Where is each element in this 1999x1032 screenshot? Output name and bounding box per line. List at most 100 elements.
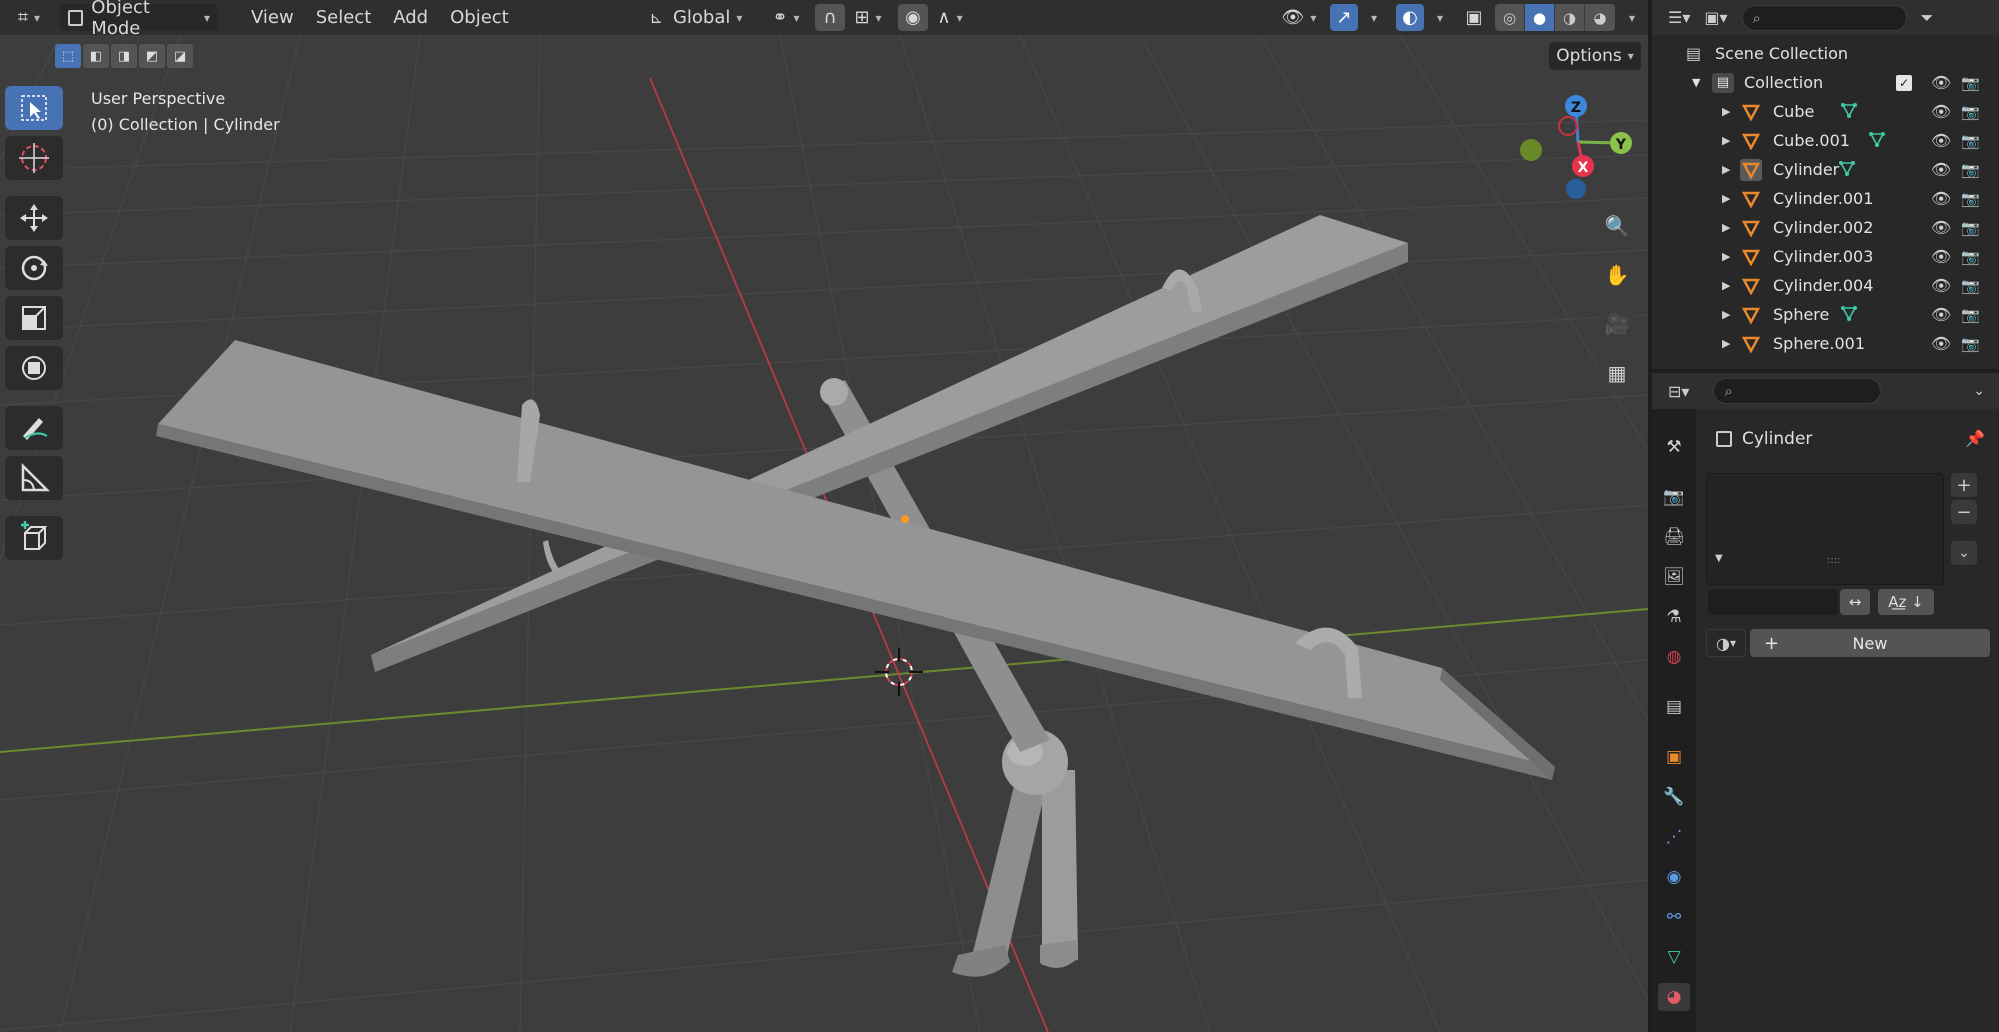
eye-icon[interactable]: 👁 [1931, 160, 1951, 179]
options-dropdown[interactable]: Options ▾ [1549, 42, 1641, 70]
menu-object[interactable]: Object [439, 7, 520, 28]
output-tab-icon[interactable]: 🖨 [1658, 523, 1690, 551]
visibility-dropdown[interactable]: 👁 ▾ [1278, 4, 1320, 31]
outliner-item[interactable]: ▶ Cylinder.001 👁 📷 [1652, 184, 1999, 213]
editor-type-button[interactable]: ⌗ ▾ [7, 4, 51, 31]
expand-arrow-icon[interactable]: ▶ [1722, 308, 1730, 321]
add-cube-tool[interactable] [5, 516, 63, 560]
add-slot-button[interactable]: + [1951, 473, 1977, 497]
slot-filter-input[interactable] [1708, 589, 1838, 615]
outliner-type-icon[interactable]: ☰▾ [1668, 8, 1690, 27]
render-tab-icon[interactable]: 📷 [1658, 483, 1690, 511]
mesh-data-icon[interactable] [1840, 304, 1858, 326]
expand-arrow-icon[interactable]: ▶ [1722, 250, 1730, 263]
eye-icon[interactable]: 👁 [1931, 334, 1951, 353]
browse-material-button[interactable]: ◑ ▾ [1706, 629, 1746, 657]
select-subtract-icon[interactable]: ◨ [111, 44, 137, 68]
menu-select[interactable]: Select [305, 7, 383, 28]
eye-icon[interactable]: 👁 [1931, 73, 1951, 92]
mesh-data-icon[interactable] [1840, 101, 1858, 123]
collection-tab-icon[interactable]: ▤ [1658, 693, 1690, 721]
properties-type-icon[interactable]: ⊟▾ [1668, 382, 1689, 401]
pivot-point-dropdown[interactable]: ⚭ ▾ [765, 4, 807, 31]
new-material-button[interactable]: + New [1750, 629, 1990, 657]
remove-slot-button[interactable]: − [1951, 500, 1977, 524]
proportional-edit-toggle[interactable]: ◉ [898, 4, 928, 31]
solid-shading-icon[interactable]: ● [1525, 4, 1555, 31]
expand-arrow-icon[interactable]: ▶ [1722, 221, 1730, 234]
shading-dropdown[interactable]: ▾ [1616, 4, 1642, 31]
outliner-item[interactable]: ▶ Cylinder.002 👁 📷 [1652, 213, 1999, 242]
rendered-shading-icon[interactable]: ◕ [1585, 4, 1615, 31]
expand-arrow-icon[interactable]: ▶ [1722, 163, 1730, 176]
world-tab-icon[interactable]: ◍ [1658, 643, 1690, 671]
gizmo-toggle[interactable]: ↗ [1330, 4, 1358, 31]
transform-orientation-dropdown[interactable]: ⊾ Global ▾ [640, 4, 752, 31]
expand-arrow-icon[interactable]: ▼ [1692, 76, 1700, 89]
zoom-icon[interactable]: 🔍 [1597, 206, 1637, 246]
material-tab-icon[interactable]: ◕ [1658, 983, 1690, 1011]
camera-icon[interactable]: 📷 [1961, 219, 1980, 237]
gizmo-neg-x[interactable] [1558, 116, 1578, 136]
filter-exclude-button[interactable]: ↔ [1840, 589, 1870, 615]
material-shading-icon[interactable]: ◑ [1555, 4, 1585, 31]
ortho-grid-icon[interactable]: ▦ [1597, 353, 1637, 393]
eye-icon[interactable]: 👁 [1931, 218, 1951, 237]
camera-icon[interactable]: 📷 [1961, 161, 1980, 179]
object-tab-icon[interactable]: ▣ [1658, 743, 1690, 771]
camera-icon[interactable]: 📷 [1961, 103, 1980, 121]
camera-icon[interactable]: 📷 [1961, 335, 1980, 353]
select-invert-icon[interactable]: ◩ [139, 44, 165, 68]
eye-icon[interactable]: 👁 [1931, 189, 1951, 208]
camera-icon[interactable]: 📷 [1961, 132, 1980, 150]
scene-collection-row[interactable]: ▤ Scene Collection [1652, 39, 1999, 68]
collection-row[interactable]: ▼ ▤ Collection ✓ 👁 📷 [1652, 68, 1999, 97]
wireframe-shading-icon[interactable]: ◎ [1495, 4, 1525, 31]
move-tool[interactable] [5, 196, 63, 240]
list-expand-icon[interactable]: ▼ [1715, 553, 1723, 564]
particles-tab-icon[interactable]: ⋰ [1658, 823, 1690, 851]
camera-icon[interactable]: 📷 [1961, 190, 1980, 208]
annotate-tool[interactable] [5, 406, 63, 450]
eye-icon[interactable]: 👁 [1931, 131, 1951, 150]
material-slot-list[interactable]: ▼ :::: [1706, 473, 1944, 585]
select-intersect-icon[interactable]: ◪ [167, 44, 193, 68]
eye-icon[interactable]: 👁 [1931, 276, 1951, 295]
outliner-item[interactable]: ▶ Cube 👁 📷 [1652, 97, 1999, 126]
scene-tab-icon[interactable]: ⚗ [1658, 603, 1690, 631]
snap-toggle[interactable]: ∩ [815, 4, 845, 31]
eye-icon[interactable]: 👁 [1931, 247, 1951, 266]
overlays-toggle[interactable]: ◐ [1396, 4, 1424, 31]
properties-search-input[interactable]: ⌕ [1713, 378, 1882, 404]
modifier-tab-icon[interactable]: 🔧 [1658, 783, 1690, 811]
pan-hand-icon[interactable]: ✋ [1597, 255, 1637, 295]
snap-target-dropdown[interactable]: ⊞ ▾ [848, 4, 888, 31]
outliner-item[interactable]: ▶ Cube.001 👁 📷 [1652, 126, 1999, 155]
outliner-item[interactable]: ▶ Sphere 👁 📷 [1652, 300, 1999, 329]
checkbox-icon[interactable]: ✓ [1896, 74, 1912, 91]
sort-button[interactable]: A͟z ↓ [1878, 589, 1934, 615]
camera-icon[interactable]: 📷 [1961, 248, 1980, 266]
tool-tab-icon[interactable]: ⚒ [1658, 433, 1690, 461]
expand-arrow-icon[interactable]: ▶ [1722, 337, 1730, 350]
outliner-search-input[interactable]: ⌕ [1741, 4, 1907, 31]
navigation-gizmo[interactable]: Z Y X [1520, 95, 1632, 199]
expand-arrow-icon[interactable]: ▶ [1722, 105, 1730, 118]
gizmo-neg-z[interactable] [1566, 179, 1586, 199]
gizmo-neg-y[interactable] [1520, 139, 1542, 161]
outliner-item[interactable]: ▶ Cylinder.003 👁 📷 [1652, 242, 1999, 271]
select-extend-icon[interactable]: ◧ [83, 44, 109, 68]
filter-icon[interactable]: ⏷ [1921, 8, 1934, 28]
overlays-dropdown[interactable]: ▾ [1426, 4, 1448, 31]
measure-tool[interactable] [5, 456, 63, 500]
outliner-item[interactable]: ▶ Sphere.001 👁 📷 [1652, 329, 1999, 358]
transform-tool[interactable] [5, 346, 63, 390]
camera-icon[interactable]: 📷 [1961, 306, 1980, 324]
xray-toggle[interactable]: ▣ [1460, 4, 1488, 31]
pin-icon[interactable]: 📌 [1965, 429, 1985, 448]
3d-cursor[interactable] [875, 648, 923, 696]
view-layer-tab-icon[interactable]: 🖼 [1658, 563, 1690, 591]
chevron-down-icon[interactable]: ⌄ [1973, 383, 1985, 399]
scale-tool[interactable] [5, 296, 63, 340]
gizmo-dropdown[interactable]: ▾ [1360, 4, 1382, 31]
